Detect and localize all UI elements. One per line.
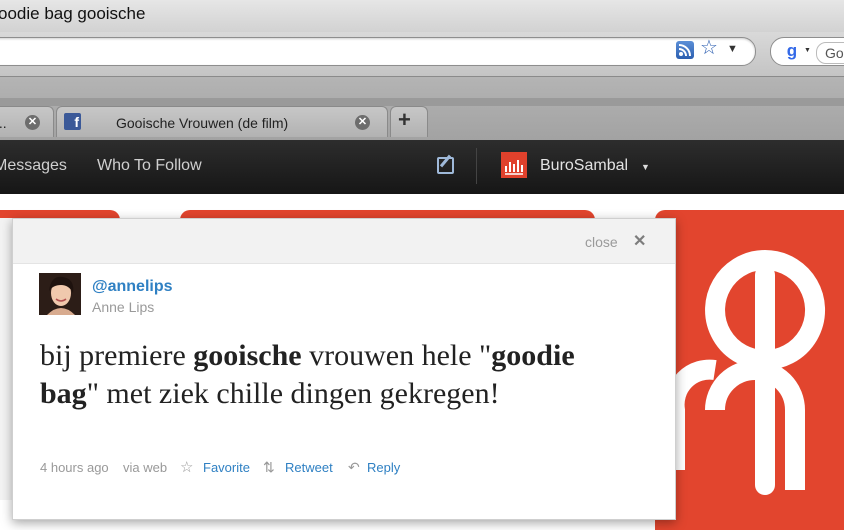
retweet-button[interactable]: Retweet bbox=[285, 460, 333, 475]
tweet-handle[interactable]: @annelips bbox=[92, 278, 173, 296]
background-logo-panel bbox=[655, 210, 844, 530]
tweet-source: via web bbox=[123, 460, 168, 475]
burosambal-logo-icon bbox=[664, 250, 825, 495]
compose-icon[interactable] bbox=[437, 157, 454, 174]
tab-title: Gooische Vrouwen (de film) bbox=[116, 115, 289, 131]
tab-strip-divider bbox=[0, 98, 844, 106]
browser-toolbar: ☆ ▼ g ▼ Go bbox=[0, 32, 844, 76]
account-avatar[interactable] bbox=[501, 152, 527, 178]
chevron-down-icon[interactable]: ▼ bbox=[641, 162, 650, 172]
nav-who-to-follow[interactable]: Who To Follow bbox=[97, 157, 202, 175]
tweet-text-segment: vrouwen hele " bbox=[301, 339, 492, 372]
popup-close-link[interactable]: close bbox=[585, 234, 618, 250]
google-search-icon[interactable]: g bbox=[781, 40, 803, 62]
tab-gooische-vrouwen[interactable]: Gooische Vrouwen (de film) ✕ bbox=[56, 106, 388, 137]
search-input[interactable]: Go bbox=[816, 42, 844, 64]
reply-button[interactable]: Reply bbox=[367, 460, 400, 475]
address-bar[interactable] bbox=[0, 37, 756, 66]
chevron-down-icon[interactable]: ▼ bbox=[727, 43, 738, 55]
popup-header bbox=[13, 219, 675, 264]
favorite-star-icon[interactable]: ☆ bbox=[180, 458, 193, 476]
tweet-text-segment: " met ziek chille dingen gekregen! bbox=[86, 377, 500, 410]
tab-previous[interactable]: ... ✕ bbox=[0, 106, 54, 137]
search-engine-dropdown-icon[interactable]: ▼ bbox=[804, 47, 811, 54]
close-icon[interactable]: ✕ bbox=[633, 231, 646, 251]
close-icon[interactable]: ✕ bbox=[355, 115, 370, 130]
tab-title: ... bbox=[0, 115, 7, 131]
avatar[interactable] bbox=[39, 273, 81, 315]
tweet-keyword: gooische bbox=[193, 339, 302, 372]
rss-icon[interactable] bbox=[676, 41, 694, 59]
bookmark-star-icon[interactable]: ☆ bbox=[700, 38, 718, 58]
close-icon[interactable]: ✕ bbox=[25, 115, 40, 130]
window-titlebar: oodie bag gooische bbox=[0, 0, 844, 32]
tweet-author-name: Anne Lips bbox=[92, 299, 155, 315]
favorite-button[interactable]: Favorite bbox=[203, 460, 250, 475]
facebook-favicon: f bbox=[64, 113, 81, 130]
topbar-divider bbox=[476, 148, 477, 184]
tweet-text-segment: bij premiere bbox=[40, 339, 194, 372]
tweet-text: bij premiere gooische vrouwen hele "good… bbox=[40, 337, 640, 413]
window-title: oodie bag gooische bbox=[0, 4, 146, 23]
account-name[interactable]: BuroSambal bbox=[540, 157, 628, 175]
reply-icon[interactable]: ↶ bbox=[348, 459, 360, 476]
tweet-time[interactable]: 4 hours ago bbox=[40, 460, 109, 475]
retweet-icon[interactable]: ⇅ bbox=[263, 459, 275, 476]
nav-messages[interactable]: Messages bbox=[0, 157, 67, 175]
plus-icon[interactable]: + bbox=[398, 107, 411, 133]
